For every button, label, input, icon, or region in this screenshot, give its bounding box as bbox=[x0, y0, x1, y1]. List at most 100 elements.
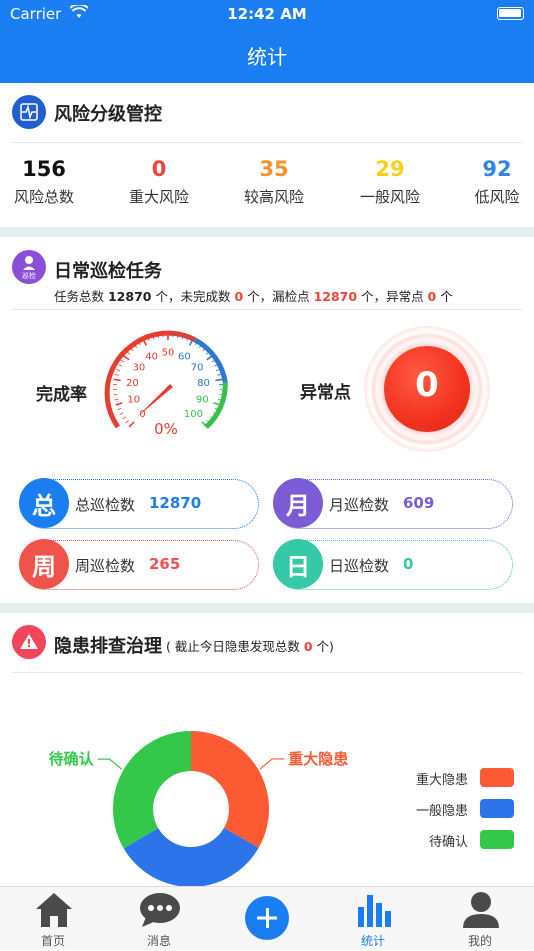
user-icon bbox=[461, 890, 501, 930]
hazard-section-title: 隐患排查治理 bbox=[54, 632, 162, 658]
week-badge: 周 bbox=[19, 539, 69, 589]
hazard-note: ( 截止今日隐患发现总数 0 个) bbox=[166, 636, 334, 655]
risk-total-value: 156 bbox=[0, 157, 94, 181]
completion-gauge: 0102030405060708090100 0% bbox=[104, 326, 232, 444]
legend-swatch bbox=[480, 830, 514, 849]
tab-label: 统计 bbox=[320, 932, 426, 949]
card-value: 12870 bbox=[149, 494, 201, 512]
card-label: 周巡检数 bbox=[75, 555, 135, 576]
gauge-tick bbox=[118, 365, 122, 367]
hazard-note-count: 0 bbox=[304, 639, 313, 654]
tab-statistics[interactable]: 统计 bbox=[320, 887, 426, 951]
legend-item-major[interactable]: 重大隐患 bbox=[414, 768, 514, 788]
legend-item-general[interactable]: 一般隐患 bbox=[414, 799, 514, 819]
hazard-note-text: 个) bbox=[313, 639, 334, 654]
message-icon bbox=[138, 891, 182, 929]
gauge-tick-label: 80 bbox=[197, 378, 210, 389]
section-separator bbox=[0, 227, 534, 237]
hazard-donut-chart: 重大隐患待确认 bbox=[0, 700, 534, 886]
tab-messages[interactable]: 消息 bbox=[106, 887, 212, 951]
tab-bar: 首页 消息 统计 我的 bbox=[0, 886, 534, 950]
battery-icon bbox=[497, 7, 524, 20]
risk-general-value: 29 bbox=[340, 157, 440, 181]
risk-general-label: 一般风险 bbox=[340, 186, 440, 207]
gauge-tick bbox=[114, 379, 121, 380]
tab-label: 首页 bbox=[0, 932, 106, 949]
risk-major-label: 重大风险 bbox=[109, 186, 209, 207]
gauge-tick bbox=[114, 399, 118, 400]
gauge-tick bbox=[214, 403, 221, 405]
gauge-tick-label: 90 bbox=[196, 395, 209, 406]
gauge-tick-label: 100 bbox=[184, 409, 203, 420]
abnormal-label: 异常点 bbox=[300, 378, 351, 403]
donut-slice[interactable] bbox=[191, 731, 269, 848]
risk-low-value: 92 bbox=[447, 157, 534, 181]
home-icon bbox=[34, 891, 74, 929]
gauge-tick bbox=[217, 374, 221, 375]
page-title: 统计 bbox=[0, 41, 534, 70]
gauge-tick bbox=[118, 408, 122, 410]
gauge-tick bbox=[123, 417, 126, 419]
summary-text: 个，异常点 bbox=[357, 289, 427, 304]
donut-slice[interactable] bbox=[124, 828, 259, 886]
card-value: 0 bbox=[403, 555, 413, 573]
patrol-summary: 任务总数 12870 个，未完成数 0 个，漏检点 12870 个，异常点 0 … bbox=[54, 286, 453, 305]
patrol-icon: 巡检 bbox=[12, 250, 46, 284]
gauge-tick bbox=[215, 379, 222, 380]
risk-major-value: 0 bbox=[109, 157, 209, 181]
gauge-labels: 0102030405060708090100 bbox=[126, 348, 210, 420]
gauge-tick bbox=[207, 356, 213, 360]
plus-icon bbox=[245, 896, 289, 940]
summary-missed: 12870 bbox=[314, 289, 358, 304]
callout-line bbox=[98, 759, 122, 769]
gauge-tick bbox=[129, 422, 134, 427]
card-week-inspections[interactable]: 周 周巡检数 265 bbox=[20, 540, 259, 590]
card-value: 609 bbox=[403, 494, 434, 512]
gauge-tick bbox=[116, 403, 123, 405]
gauge-tick bbox=[121, 360, 124, 362]
gauge-tick bbox=[124, 356, 130, 360]
patrol-icon-text: 巡检 bbox=[12, 271, 46, 281]
gauge-tick bbox=[116, 369, 120, 370]
summary-unfinished: 0 bbox=[234, 289, 243, 304]
gauge-tick-label: 60 bbox=[178, 351, 191, 362]
tab-profile[interactable]: 我的 bbox=[427, 887, 533, 951]
completion-label: 完成率 bbox=[36, 380, 87, 405]
risk-section-title: 风险分级管控 bbox=[54, 100, 162, 126]
tab-add[interactable] bbox=[213, 887, 319, 951]
summary-abnormal: 0 bbox=[428, 289, 437, 304]
divider bbox=[12, 142, 522, 143]
card-day-inspections[interactable]: 日 日巡检数 0 bbox=[274, 540, 513, 590]
gauge-needle bbox=[136, 384, 173, 418]
status-bar: Carrier 12:42 AM bbox=[0, 0, 534, 28]
gauge-tick-label: 20 bbox=[126, 378, 139, 389]
risk-total-label: 风险总数 bbox=[0, 186, 94, 207]
day-badge: 日 bbox=[273, 539, 323, 589]
divider bbox=[12, 309, 522, 310]
gauge-tick bbox=[216, 369, 220, 370]
card-total-inspections[interactable]: 总 总巡检数 12870 bbox=[20, 479, 259, 529]
gauge-value: 0% bbox=[154, 420, 178, 438]
divider bbox=[12, 672, 522, 673]
gauge-tick-label: 40 bbox=[145, 351, 158, 362]
summary-text: 个 bbox=[436, 289, 452, 304]
card-month-inspections[interactable]: 月 月巡检数 609 bbox=[274, 479, 513, 529]
clock: 12:42 AM bbox=[0, 5, 534, 23]
legend-label: 待确认 bbox=[429, 831, 468, 850]
patrol-section-title: 日常巡检任务 bbox=[54, 257, 162, 283]
gauge-tick-label: 10 bbox=[127, 395, 140, 406]
summary-text: 个，未完成数 bbox=[151, 289, 234, 304]
legend-item-pending[interactable]: 待确认 bbox=[414, 830, 514, 850]
donut-slice[interactable] bbox=[113, 731, 191, 848]
summary-text: 个，漏检点 bbox=[243, 289, 313, 304]
legend-swatch bbox=[480, 768, 514, 787]
section-separator bbox=[0, 603, 534, 613]
callout-label: 待确认 bbox=[49, 750, 95, 768]
tab-home[interactable]: 首页 bbox=[0, 887, 106, 951]
abnormal-badge[interactable]: 0 bbox=[384, 346, 470, 432]
abnormal-value: 0 bbox=[384, 365, 470, 405]
gauge-tick bbox=[127, 352, 130, 355]
risk-low-label: 低风险 bbox=[447, 186, 534, 207]
callout-label: 重大隐患 bbox=[288, 750, 348, 768]
month-badge: 月 bbox=[273, 478, 323, 528]
